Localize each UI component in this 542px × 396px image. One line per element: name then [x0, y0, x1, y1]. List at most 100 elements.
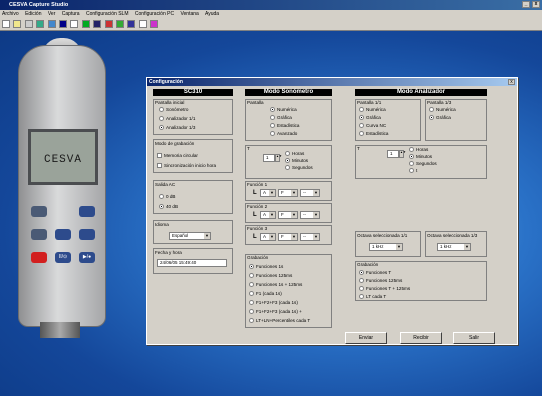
son-grab-opt2-radio[interactable]: [249, 282, 254, 287]
son-numerica-radio[interactable]: [270, 107, 275, 112]
pi-sonometro-radio[interactable]: [159, 107, 164, 112]
meter-key-mid[interactable]: [55, 229, 71, 240]
funcion3-param-select[interactable]: --: [300, 233, 320, 241]
funcion1-param-select[interactable]: --: [300, 189, 320, 197]
toolbar: [0, 18, 542, 31]
record-button[interactable]: ▶/●: [79, 252, 95, 263]
an13-grafica-radio[interactable]: [429, 115, 434, 120]
spectrum-icon[interactable]: [93, 20, 102, 28]
son-grafica-radio[interactable]: [270, 115, 275, 120]
download-icon[interactable]: [47, 20, 56, 28]
settings-icon[interactable]: [150, 20, 159, 28]
son-grab-opt0-radio[interactable]: [249, 264, 254, 269]
an-pantalla11-label: Pantalla 1/1: [357, 100, 382, 105]
octava13-select[interactable]: 1 kHz: [437, 243, 471, 251]
an-grab-opt0-radio[interactable]: [359, 270, 364, 275]
memoria-circular-checkbox[interactable]: [157, 153, 162, 158]
an-grabacion-label: Grabación: [357, 262, 379, 267]
an-t-spinner[interactable]: ▲▼: [399, 150, 406, 158]
funcion3-label: Función 3: [247, 226, 268, 231]
menu-config-slm[interactable]: Configuración SLM: [86, 11, 129, 17]
an-segundos-radio[interactable]: [409, 161, 414, 166]
an-t-radio[interactable]: [409, 168, 414, 173]
level-icon[interactable]: [115, 20, 124, 28]
son-numerica-label: Numérica: [277, 107, 297, 112]
meter-key-mid-left[interactable]: [31, 229, 47, 240]
salida-0db-radio[interactable]: [159, 194, 164, 199]
minimize-button[interactable]: _: [522, 1, 530, 8]
meter-key-left[interactable]: [31, 206, 47, 217]
funcion2-time-select[interactable]: F: [278, 211, 298, 219]
son-grab-opt1-radio[interactable]: [249, 273, 254, 278]
an-t-input[interactable]: 1: [387, 150, 399, 158]
menu-config-pc[interactable]: Configuración PC: [135, 11, 174, 17]
son-estadistica-radio[interactable]: [270, 123, 275, 128]
pi-analizador11-radio[interactable]: [159, 116, 164, 121]
an11-numerica-radio[interactable]: [359, 107, 364, 112]
an13-numerica-radio[interactable]: [429, 107, 434, 112]
config-dialog: Configuración x SC310 Pantalla inicial S…: [146, 77, 518, 345]
son-t-input[interactable]: 1: [263, 154, 275, 162]
salir-button[interactable]: Salir: [453, 332, 495, 344]
save-icon[interactable]: [24, 20, 33, 28]
octava11-select[interactable]: 1 kHz: [369, 243, 403, 251]
fecha-input[interactable]: 24/06/05 15:49:40: [157, 259, 227, 267]
pi-analizador13-radio[interactable]: [159, 125, 164, 130]
son-minutos-radio[interactable]: [285, 158, 290, 163]
idioma-select[interactable]: Español: [169, 232, 211, 240]
funcion3-weighting-select[interactable]: A: [260, 233, 276, 241]
salida-40db-radio[interactable]: [159, 204, 164, 209]
son-grab-opt3-radio[interactable]: [249, 291, 254, 296]
son-avanzado-radio[interactable]: [270, 131, 275, 136]
son-t-spinner[interactable]: ▲▼: [275, 154, 282, 162]
son-horas-radio[interactable]: [285, 151, 290, 156]
bars-icon[interactable]: [127, 20, 136, 28]
menu-archivo[interactable]: Archivo: [2, 11, 19, 17]
new-icon[interactable]: [2, 20, 10, 28]
window-icon[interactable]: [58, 20, 67, 28]
pause-button[interactable]: II/⊙: [55, 252, 71, 263]
meter-key-mid-right[interactable]: [79, 229, 95, 240]
menu-ventana[interactable]: Ventana: [180, 11, 198, 17]
capture-icon[interactable]: [36, 20, 45, 28]
record-icon[interactable]: [104, 20, 113, 28]
an-segundos-label: Segundos: [416, 161, 437, 166]
sincronizacion-checkbox[interactable]: [157, 163, 162, 168]
an11-estadistica-radio[interactable]: [359, 131, 364, 136]
funcion1-time-select[interactable]: F: [278, 189, 298, 197]
power-button[interactable]: [31, 252, 47, 263]
close-button[interactable]: x: [532, 1, 540, 8]
pi-analizador13-label: Analizador 1/3: [166, 125, 196, 130]
menu-ayuda[interactable]: Ayuda: [205, 11, 219, 17]
chart-icon[interactable]: [81, 20, 90, 28]
an-grab-opt1-radio[interactable]: [359, 278, 364, 283]
son-grab-opt6-radio[interactable]: [249, 318, 254, 323]
sound-level-meter: CESVA II/⊙ ▶/●: [18, 45, 106, 327]
son-grab-opt4-radio[interactable]: [249, 300, 254, 305]
open-icon[interactable]: [13, 20, 22, 28]
an11-grafica-label: Gráfica: [366, 115, 381, 120]
recibir-button[interactable]: Recibir: [400, 332, 442, 344]
enviar-button[interactable]: Enviar: [345, 332, 387, 344]
son-grab-opt5-radio[interactable]: [249, 309, 254, 314]
funcion2-weighting-select[interactable]: A: [260, 211, 276, 219]
an-horas-radio[interactable]: [409, 147, 414, 152]
an11-curvanc-radio[interactable]: [359, 123, 364, 128]
window2-icon[interactable]: [70, 20, 79, 28]
menu-edicion[interactable]: Edición: [25, 11, 41, 17]
son-segundos-radio[interactable]: [285, 165, 290, 170]
table-icon[interactable]: [138, 20, 147, 28]
an-grab-opt2-radio[interactable]: [359, 286, 364, 291]
funcion2-param-select[interactable]: --: [300, 211, 320, 219]
menu-captura[interactable]: Captura: [62, 11, 80, 17]
an-minutos-radio[interactable]: [409, 154, 414, 159]
an-horas-label: Horas: [416, 147, 429, 152]
funcion3-time-select[interactable]: F: [278, 233, 298, 241]
funcion1-weighting-select[interactable]: A: [260, 189, 276, 197]
an-grab-opt3-radio[interactable]: [359, 294, 364, 299]
son-horas-label: Horas: [292, 151, 305, 156]
meter-key-right[interactable]: [79, 206, 95, 217]
an11-grafica-radio[interactable]: [359, 115, 364, 120]
dialog-close-button[interactable]: x: [508, 79, 515, 85]
menu-ver[interactable]: Ver: [48, 11, 56, 17]
